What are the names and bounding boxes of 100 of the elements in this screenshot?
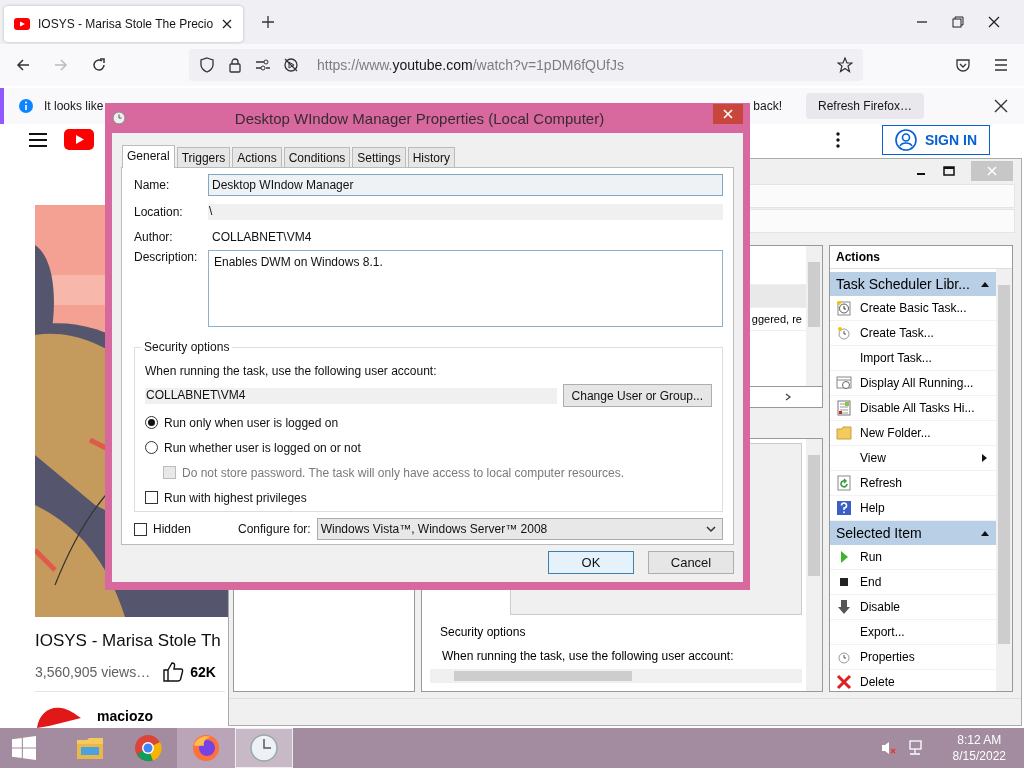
action-item[interactable]: Disable: [830, 595, 996, 620]
delete-icon: [836, 674, 852, 690]
video-logo-icon[interactable]: [64, 129, 94, 151]
tab[interactable]: Triggers: [176, 147, 231, 167]
dialog-button[interactable]: Cancel: [648, 551, 734, 574]
window-clock-icon: [836, 375, 852, 391]
clock-icon: [836, 325, 852, 341]
tab[interactable]: Conditions: [283, 147, 351, 167]
field-label: Configure for:: [238, 522, 311, 536]
network-icon[interactable]: [906, 740, 923, 756]
name-field[interactable]: Desktop WIndow Manager: [208, 174, 723, 196]
vertical-scrollbar[interactable]: [806, 439, 822, 691]
shield-icon[interactable]: [199, 57, 215, 73]
scroll-right-icon[interactable]: [784, 393, 792, 401]
close-icon: [987, 166, 997, 176]
actions-header: Actions: [830, 246, 1012, 269]
maximize-icon[interactable]: [943, 165, 955, 177]
action-item[interactable]: Properties: [830, 645, 996, 670]
action-item[interactable]: Disable All Tasks Hi...: [830, 396, 996, 421]
tab[interactable]: Settings: [352, 147, 406, 167]
more-icon[interactable]: [835, 131, 840, 148]
autoplay-blocked-icon[interactable]: [283, 57, 299, 73]
channel-name[interactable]: maciozo: [97, 708, 153, 724]
window-title: Desktop WIndow Manager Properties (Local Computer): [233, 109, 606, 127]
clock-page-icon: [836, 300, 852, 316]
field-label: Location:: [134, 205, 184, 219]
field-label: Name:: [134, 178, 171, 192]
permissions-icon[interactable]: [255, 57, 271, 73]
close-icon[interactable]: [221, 18, 234, 30]
section-header[interactable]: Task Scheduler Libr...: [830, 272, 996, 296]
action-item[interactable]: Create Task...: [830, 321, 996, 346]
clock-icon: [836, 649, 852, 665]
view-count: 3,560,905 views…: [35, 664, 151, 681]
section-title: Selected Item: [836, 525, 922, 541]
configure-dropdown[interactable]: Windows Vista™, Windows Server™ 2008: [316, 518, 723, 540]
speaker-muted-icon[interactable]: [880, 740, 897, 756]
refresh-firefox-button[interactable]: Refresh Firefox…: [805, 93, 924, 119]
back-icon[interactable]: [15, 57, 31, 73]
description-field[interactable]: Enables DWM on Windows 8.1.: [208, 250, 723, 327]
windows-start-icon[interactable]: [12, 736, 36, 760]
account-prompt-text: When running the task, use the following user account:: [145, 364, 438, 378]
browser-icon: [191, 733, 221, 763]
help-icon: [836, 500, 852, 516]
change-user-button[interactable]: Change User or Group...: [562, 384, 712, 407]
close-icon[interactable]: [988, 16, 1000, 28]
close-icon[interactable]: [994, 99, 1008, 113]
down-arrow-icon: [836, 599, 852, 615]
action-item[interactable]: Delete: [830, 670, 996, 695]
radio-selected[interactable]: [145, 416, 158, 429]
tab[interactable]: History: [407, 147, 456, 167]
folder-icon: [836, 425, 852, 441]
radio-option[interactable]: Run only when user is logged on: [145, 413, 712, 432]
section-title: Task Scheduler Libr...: [836, 276, 970, 292]
tab[interactable]: General: [122, 145, 175, 168]
checkbox-option[interactable]: Run with highest privileges: [145, 488, 712, 507]
radio-option[interactable]: Run whether user is logged on or not: [145, 438, 712, 457]
sign-in-button[interactable]: SIGN IN: [881, 124, 990, 155]
action-item[interactable]: Create Basic Task...: [830, 296, 996, 321]
url-text: https://www.youtube.com/watch?v=1pDM6fQUfJs: [317, 57, 624, 73]
browser-icon: [133, 733, 163, 763]
clock-icon: [112, 111, 126, 125]
action-item[interactable]: Display All Running...: [830, 371, 996, 396]
user-account-field: COLLABNET\VM4: [145, 387, 557, 404]
lock-icon[interactable]: [227, 57, 243, 73]
task-list-text: ggered, re: [751, 313, 802, 325]
list-icon: [836, 400, 852, 416]
radio-unselected[interactable]: [145, 441, 158, 454]
dialog-button[interactable]: OK: [548, 551, 634, 574]
star-icon[interactable]: [837, 57, 853, 73]
author-value: COLLABNET\VM4: [211, 229, 312, 246]
action-item[interactable]: New Folder...: [830, 421, 996, 446]
thumbs-up-icon[interactable]: [162, 661, 185, 684]
location-field: \: [208, 204, 723, 220]
close-icon: [723, 109, 733, 119]
checkbox[interactable]: [145, 491, 158, 504]
vertical-scrollbar[interactable]: [806, 246, 822, 386]
restore-icon[interactable]: [952, 16, 964, 28]
plus-icon[interactable]: [261, 15, 276, 29]
vertical-scrollbar[interactable]: [996, 269, 1012, 691]
address-bar[interactable]: https://www.youtube.com/watch?v=1pDM6fQUfJs: [189, 49, 863, 81]
taskbar-app[interactable]: [177, 728, 235, 768]
horizontal-scrollbar[interactable]: [430, 669, 802, 683]
video-title[interactable]: IOSYS - Marisa Stole Th: [35, 631, 221, 652]
refresh-icon: [836, 475, 852, 491]
section-header[interactable]: Selected Item: [830, 521, 996, 545]
tab[interactable]: Actions: [232, 147, 282, 167]
clock-icon: [249, 733, 279, 763]
field-label: Description:: [134, 250, 199, 264]
field-label: Author:: [134, 230, 174, 244]
reload-icon[interactable]: [91, 57, 107, 73]
info-icon: [18, 98, 34, 114]
browser-tab[interactable]: IOSYS - Marisa Stole The Precio: [4, 6, 244, 42]
action-item[interactable]: Refresh: [830, 471, 996, 496]
close-button[interactable]: [713, 104, 743, 124]
checkbox[interactable]: [134, 522, 147, 536]
notification-text: It looks like: [44, 99, 104, 113]
account-icon: [894, 128, 917, 151]
pocket-icon[interactable]: [955, 57, 971, 73]
menu-icon[interactable]: [28, 131, 48, 148]
checkbox-option[interactable]: Hidden: [134, 519, 228, 539]
